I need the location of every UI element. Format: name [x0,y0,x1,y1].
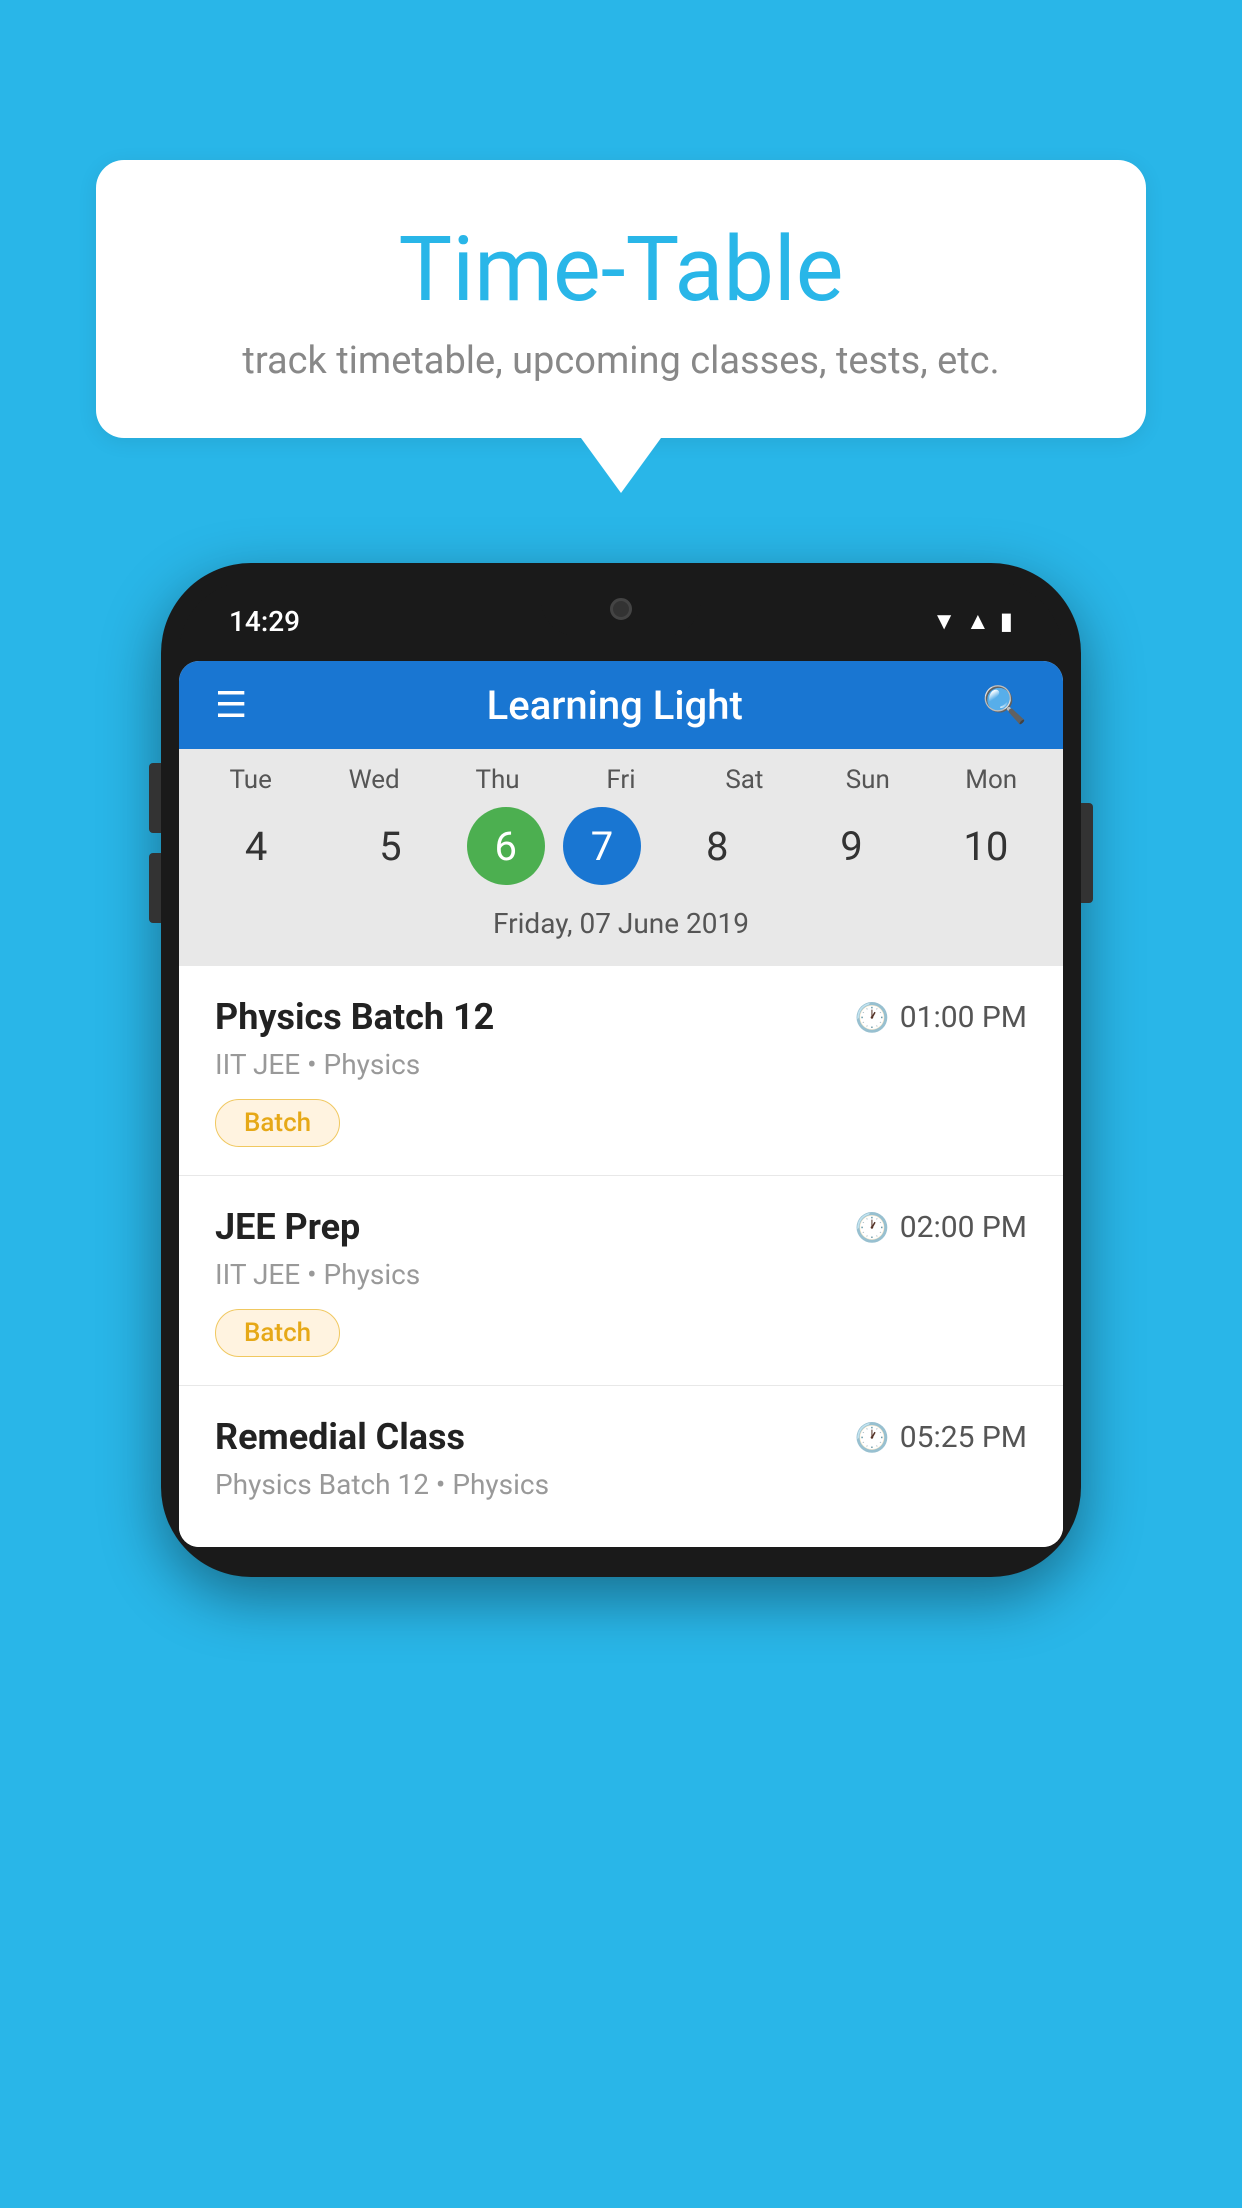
day-9[interactable]: 9 [794,807,910,885]
clock-icon-3: 🕐 [855,1421,890,1454]
day-7-selected[interactable]: 7 [563,807,641,885]
schedule-time-value-2: 02:00 PM [900,1210,1027,1245]
schedule-title-2: JEE Prep [215,1206,360,1248]
day-5[interactable]: 5 [332,807,448,885]
phone-screen: ☰ Learning Light 🔍 Tue Wed Thu Fri Sat S… [179,661,1063,1547]
speech-bubble-title: Time-Table [176,220,1066,319]
schedule-item-1[interactable]: Physics Batch 12 🕐 01:00 PM IIT JEE • Ph… [179,966,1063,1176]
day-header-fri: Fri [563,765,679,795]
schedule-sub-3: Physics Batch 12 • Physics [215,1468,1027,1501]
signal-icon: ▲ [966,607,990,636]
wifi-icon: ▼ [932,607,956,636]
phone-status-bar: 14:29 ▼ ▲ ▮ [179,581,1063,661]
clock-icon-2: 🕐 [855,1211,890,1244]
calendar-strip: Tue Wed Thu Fri Sat Sun Mon 4 5 6 7 8 9 … [179,749,1063,966]
selected-date-label: Friday, 07 June 2019 [179,901,1063,958]
batch-tag-1: Batch [215,1099,340,1147]
schedule-item-2-top: JEE Prep 🕐 02:00 PM [215,1206,1027,1248]
status-icons: ▼ ▲ ▮ [932,607,1013,636]
phone-time: 14:29 [229,605,300,638]
speech-bubble-arrow [581,438,661,493]
schedule-time-1: 🕐 01:00 PM [855,1000,1027,1035]
power-button[interactable] [1081,803,1093,903]
schedule-time-3: 🕐 05:25 PM [855,1420,1027,1455]
day-header-tue: Tue [193,765,309,795]
volume-up-button[interactable] [149,763,161,833]
schedule-sub-1: IIT JEE • Physics [215,1048,1027,1081]
day-numbers: 4 5 6 7 8 9 10 [179,795,1063,901]
schedule-time-value-1: 01:00 PM [900,1000,1027,1035]
speech-bubble-subtitle: track timetable, upcoming classes, tests… [176,339,1066,383]
schedule-sub-2: IIT JEE • Physics [215,1258,1027,1291]
speech-bubble-card: Time-Table track timetable, upcoming cla… [96,160,1146,438]
app-header: ☰ Learning Light 🔍 [179,661,1063,749]
day-8[interactable]: 8 [659,807,775,885]
day-10[interactable]: 10 [928,807,1044,885]
battery-icon: ▮ [1000,607,1013,635]
schedule-list: Physics Batch 12 🕐 01:00 PM IIT JEE • Ph… [179,966,1063,1547]
menu-icon[interactable]: ☰ [215,684,247,726]
phone-frame: 14:29 ▼ ▲ ▮ ☰ Learning Light 🔍 Tue [161,563,1081,1577]
schedule-item-2[interactable]: JEE Prep 🕐 02:00 PM IIT JEE • Physics Ba… [179,1176,1063,1386]
day-header-thu: Thu [440,765,556,795]
day-6-today[interactable]: 6 [467,807,545,885]
day-header-wed: Wed [316,765,432,795]
schedule-time-2: 🕐 02:00 PM [855,1210,1027,1245]
app-title: Learning Light [247,682,982,729]
day-header-sun: Sun [810,765,926,795]
phone-camera [610,598,632,620]
day-headers: Tue Wed Thu Fri Sat Sun Mon [179,765,1063,795]
batch-tag-2: Batch [215,1309,340,1357]
clock-icon-1: 🕐 [855,1001,890,1034]
schedule-item-3[interactable]: Remedial Class 🕐 05:25 PM Physics Batch … [179,1386,1063,1547]
day-header-sat: Sat [686,765,802,795]
schedule-title-3: Remedial Class [215,1416,465,1458]
search-icon[interactable]: 🔍 [982,684,1027,726]
phone-mockup: 14:29 ▼ ▲ ▮ ☰ Learning Light 🔍 Tue [161,563,1081,1577]
speech-bubble-wrapper: Time-Table track timetable, upcoming cla… [96,160,1146,493]
schedule-time-value-3: 05:25 PM [900,1420,1027,1455]
volume-down-button[interactable] [149,853,161,923]
schedule-item-3-top: Remedial Class 🕐 05:25 PM [215,1416,1027,1458]
schedule-title-1: Physics Batch 12 [215,996,494,1038]
day-4[interactable]: 4 [198,807,314,885]
day-header-mon: Mon [933,765,1049,795]
phone-notch [541,581,701,636]
schedule-item-1-top: Physics Batch 12 🕐 01:00 PM [215,996,1027,1038]
